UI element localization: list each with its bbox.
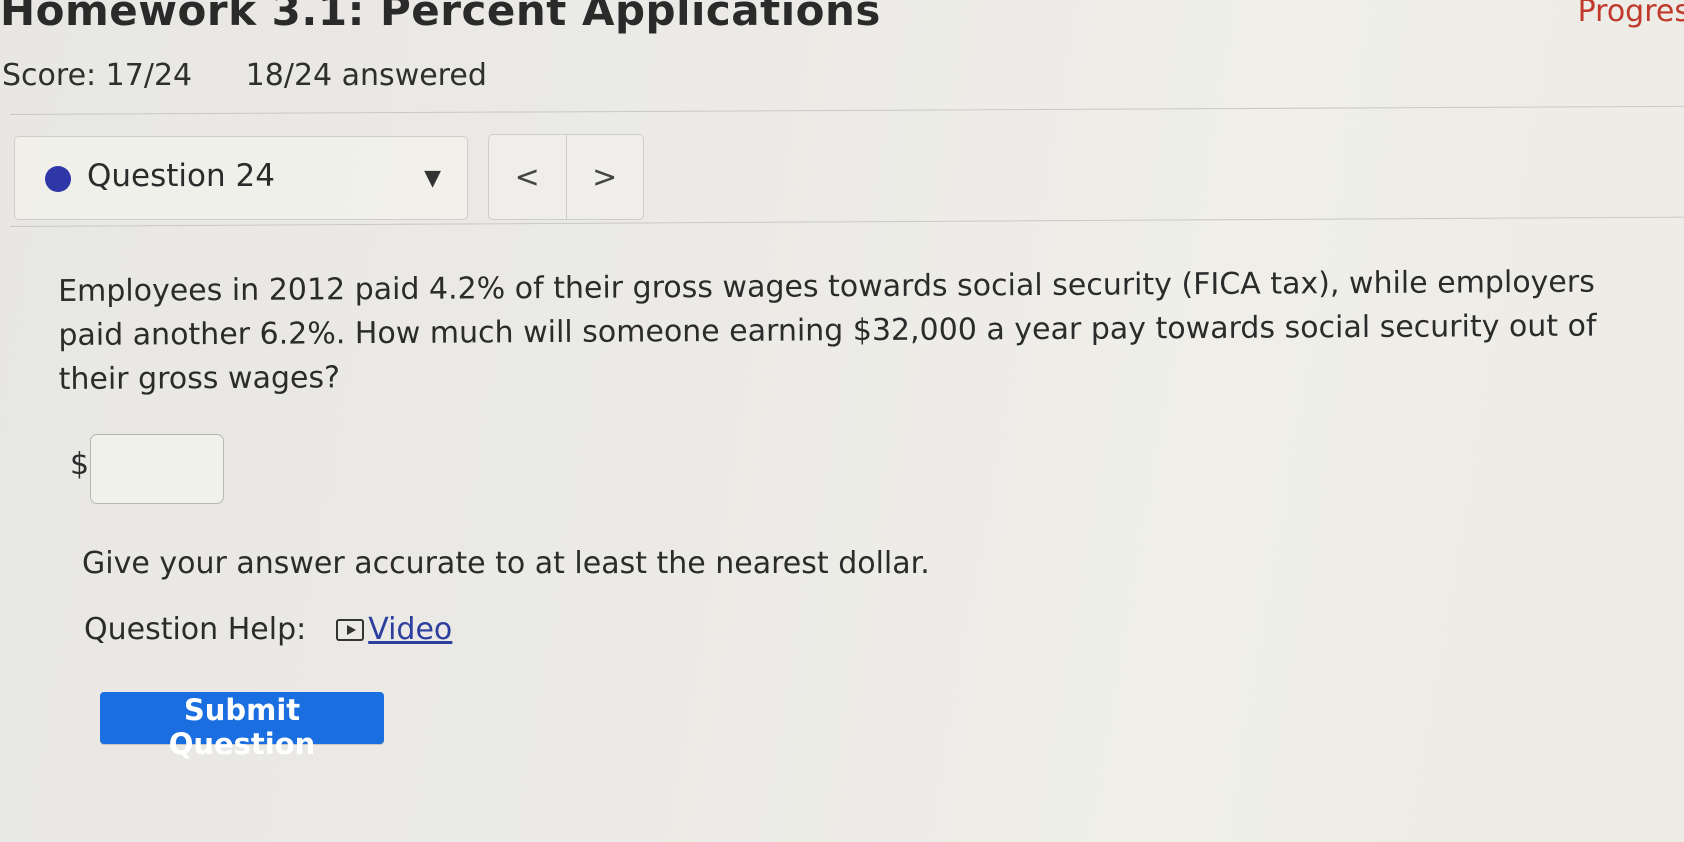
- submit-question-button[interactable]: Submit Question: [100, 692, 384, 761]
- next-question-button[interactable]: >: [567, 135, 644, 219]
- caret-down-icon: ▼: [424, 166, 441, 191]
- question-help: Question Help: Video: [84, 612, 452, 647]
- video-link-label: Video: [368, 612, 453, 647]
- currency-symbol: $: [70, 447, 90, 482]
- video-help-link[interactable]: Video: [336, 612, 452, 647]
- answer-hint: Give your answer accurate to at least th…: [82, 546, 930, 581]
- question-help-label: Question Help:: [84, 612, 307, 647]
- page-title: Homework 3.1: Percent Applications: [0, 0, 881, 35]
- answer-input[interactable]: [90, 434, 224, 504]
- play-video-icon: [336, 618, 365, 641]
- score-text: Score: 17/24: [2, 58, 193, 93]
- question-status-dot: [45, 166, 71, 192]
- previous-question-button[interactable]: <: [489, 135, 567, 219]
- answered-count: 18/24 answered: [245, 58, 487, 93]
- question-selector[interactable]: Question 24 ▼: [14, 136, 468, 220]
- score-summary: Score: 17/24 18/24 answered: [2, 58, 487, 93]
- question-prompt: Employees in 2012 paid 4.2% of their gro…: [58, 264, 1597, 397]
- progress-link[interactable]: Progres: [1578, 0, 1684, 29]
- divider-top: [9, 105, 1684, 115]
- homework-page: { "header": { "title": "Homework 3.1: Pe…: [0, 0, 1684, 842]
- question-selector-label: Question 24: [87, 158, 275, 194]
- question-nav-buttons: < >: [488, 134, 644, 220]
